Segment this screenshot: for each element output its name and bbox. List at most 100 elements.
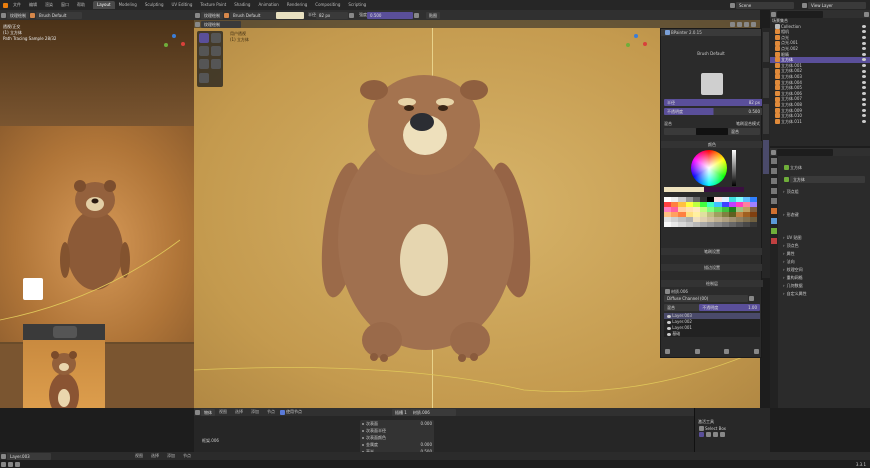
sidebar-tab-tool[interactable] [763,68,769,98]
value-slider[interactable] [732,150,736,186]
object-tab-icon[interactable] [771,208,777,214]
primary-color-swatch[interactable] [664,187,704,192]
color-wheel[interactable] [691,150,727,186]
left-mode-selector[interactable]: 纹理绘制 [7,11,29,19]
filter-icon[interactable] [864,11,869,17]
node-socket-row[interactable]: 次表面半径 [360,427,434,434]
menu-help[interactable]: 帮助 [73,1,89,9]
eye-icon[interactable] [667,320,671,324]
add-layer-icon[interactable] [665,349,670,354]
menu-edit[interactable]: 编辑 [25,1,41,9]
secondary-color-swatch[interactable] [704,187,744,192]
active-layer-selector[interactable]: Layer.003 [7,452,51,460]
eye-icon[interactable] [862,69,866,73]
sidebar-tab-bpainter[interactable] [763,140,769,174]
palette-swatch[interactable] [735,222,744,227]
node-menu-add[interactable]: 添加 [247,408,263,416]
pressure-icon-2[interactable] [414,12,419,18]
strength-field[interactable]: 0.500 [367,11,413,19]
mesh-data-tab-icon[interactable] [771,228,777,234]
eye-icon[interactable] [862,86,866,90]
eye-icon[interactable] [862,103,866,107]
menu-file[interactable]: 文件 [9,1,25,9]
properties-section-header[interactable]: › 顶点色 [780,242,868,249]
properties-type-icon[interactable] [771,149,776,155]
properties-section-header[interactable]: › 顶点组 [780,188,868,195]
eye-icon[interactable] [862,47,866,51]
status-menu-view[interactable]: 视图 [131,452,147,460]
properties-section-header[interactable]: › 属性 [780,250,868,257]
view-menu-icon[interactable] [195,21,200,27]
eye-icon[interactable] [862,36,866,40]
move-down-icon[interactable] [753,349,759,354]
eye-icon[interactable] [862,64,866,68]
move-up-icon[interactable] [724,349,730,354]
palette-swatch[interactable] [671,222,679,227]
bpainter-strength-field[interactable]: 不透明度 0.500 [664,108,763,115]
radius-field[interactable]: 82 px [316,11,348,19]
socket-icon[interactable] [362,436,364,439]
gizmo-y-icon[interactable] [626,43,630,47]
eye-icon[interactable] [862,75,866,79]
active-tool-name[interactable]: Select Box [705,425,726,432]
section-brush-settings-header[interactable]: 笔刷设置 [661,248,763,255]
editor-type-icon[interactable] [1,12,6,18]
outliner-item[interactable]: 立方体.011 [770,119,870,125]
shading-solid-icon[interactable] [737,21,742,27]
eye-icon[interactable] [862,30,866,34]
view-layer-selector[interactable]: View Layer [808,1,866,9]
outliner-type-icon[interactable] [771,11,776,17]
properties-section-header[interactable]: › 纹理空间 [780,266,868,273]
gizmo-y-icon[interactable] [164,43,168,47]
render-tab-icon[interactable] [771,168,777,174]
material-selector[interactable]: 材质.006 [409,408,456,416]
mesh-data-selector[interactable]: 立方体 [789,176,865,183]
material-name[interactable]: 材质.006 [671,288,688,295]
eye-icon[interactable] [862,58,866,62]
eye-icon[interactable] [862,52,866,56]
status-menu-select[interactable]: 选择 [147,452,163,460]
palette-swatch[interactable] [692,222,700,227]
tab-compositing[interactable]: Compositing [311,1,344,9]
tab-shading[interactable]: Shading [230,1,254,9]
main-brush-selector[interactable]: Brush Default [230,11,276,19]
palette-swatch[interactable] [721,222,729,227]
modifier-tab-icon[interactable] [771,218,777,224]
tab-sculpting[interactable]: Sculpting [141,1,168,9]
tab-uv-editing[interactable]: UV Editing [168,1,197,9]
eye-icon[interactable] [862,119,866,123]
select-invert-icon[interactable] [720,432,725,437]
gizmo-x-icon[interactable] [181,42,185,46]
node-socket-row[interactable]: 金属度 0.000 [360,441,434,448]
blender-logo-icon[interactable] [3,2,8,8]
shading-render-icon[interactable] [751,21,756,27]
output-tab-icon[interactable] [771,178,777,184]
properties-section-header[interactable]: › 重构网格 [780,274,868,281]
layer-blend-selector[interactable]: 混合 [664,304,700,311]
outliner-search[interactable] [777,10,823,18]
gizmo-z-icon[interactable] [172,34,176,38]
properties-section-header[interactable]: › UV 贴图 [780,234,868,241]
properties-section-header[interactable]: › 形态键 [780,211,868,218]
socket-icon[interactable] [362,422,364,425]
select-new-icon[interactable] [699,432,704,437]
eye-icon[interactable] [862,114,866,118]
eye-icon[interactable] [667,314,671,318]
status-menu-add[interactable]: 添加 [163,452,179,460]
select-extend-icon[interactable] [706,432,711,437]
node-menu-select[interactable]: 选择 [231,408,247,416]
palette-swatch[interactable] [664,222,672,227]
tab-layout[interactable]: Layout [93,1,115,9]
node-socket-row[interactable]: 次表面 0.000 [360,420,434,427]
eye-icon[interactable] [862,41,866,45]
channel-selector[interactable]: Diffuse Channel (00) [664,295,748,302]
select-box-icon[interactable] [699,426,704,431]
blend-mode-selector[interactable]: 混合 [728,128,760,135]
overlay-icon[interactable] [730,21,735,27]
shading-material-icon[interactable] [744,21,749,27]
tab-texture-paint[interactable]: Texture Paint [196,1,230,9]
use-nodes-checkbox[interactable] [280,409,285,415]
status-menu-node[interactable]: 节点 [179,452,195,460]
eye-icon[interactable] [667,326,671,330]
gizmo-x-icon[interactable] [643,42,647,46]
